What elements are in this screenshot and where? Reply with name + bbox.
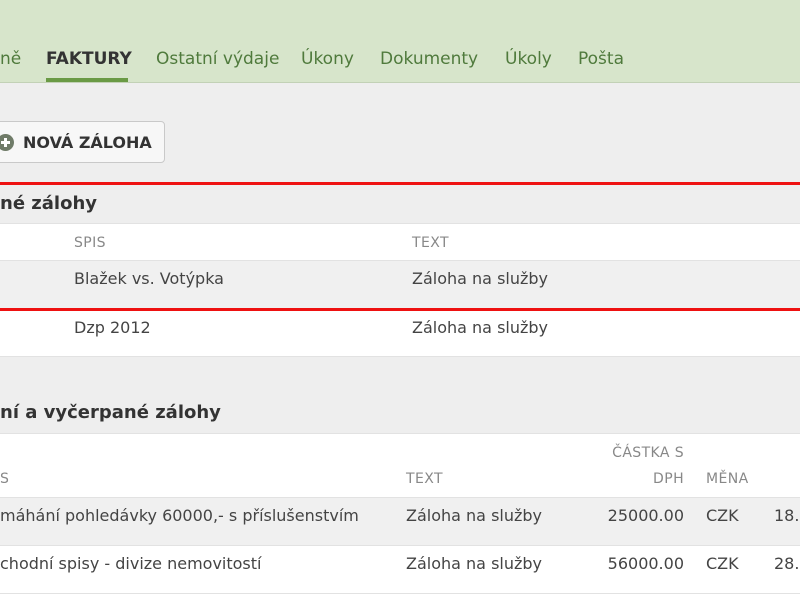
open-advances-table: SPIS TEXT Blažek vs. Votýpka Záloha na s… (0, 223, 800, 357)
row-amount: 56000.00 (607, 554, 684, 573)
open-advances-title: né zálohy (0, 193, 97, 214)
tab-posta[interactable]: Pošta (578, 49, 624, 69)
column-header-currency: MĚNA (706, 471, 749, 487)
row-text: Záloha na služby (412, 269, 549, 288)
tab-prev[interactable]: ně (0, 49, 21, 69)
table-divider (0, 223, 800, 224)
table-row[interactable]: Dzp 2012 Záloha na služby (0, 310, 800, 356)
row-text: Záloha na služby (412, 318, 549, 337)
column-header-text: TEXT (412, 235, 449, 251)
row-date: 28. (774, 554, 800, 573)
table-divider (0, 433, 800, 434)
top-nav-bar: ně FAKTURY Ostatní výdaje Úkony Dokument… (0, 0, 800, 83)
closed-advances-table: S TEXT ČÁSTKA S DPH MĚNA máhání pohledáv… (0, 433, 800, 600)
row-amount: 25000.00 (607, 506, 684, 525)
table-divider (0, 356, 800, 357)
highlight-line-top (0, 182, 800, 185)
tab-ukony[interactable]: Úkony (301, 49, 354, 69)
column-header-amount-line2: DPH (653, 471, 684, 487)
active-tab-indicator (46, 78, 128, 82)
row-spis: chodní spisy - divize nemovitostí (0, 554, 262, 573)
tab-faktury[interactable]: FAKTURY (46, 49, 132, 69)
new-advance-button[interactable]: NOVÁ ZÁLOHA (0, 121, 165, 163)
add-circle-icon (0, 134, 14, 151)
column-header-spis: S (0, 471, 10, 487)
row-text: Záloha na služby (406, 506, 543, 525)
row-text: Záloha na služby (406, 554, 543, 573)
new-advance-label: NOVÁ ZÁLOHA (23, 133, 152, 152)
row-currency: CZK (706, 506, 739, 525)
highlight-line-bottom (0, 308, 800, 311)
table-row[interactable]: Blažek vs. Votýpka Záloha na služby (0, 261, 800, 309)
column-header-spis: SPIS (74, 235, 106, 251)
table-row[interactable]: máhání pohledávky 60000,- s příslušenstv… (0, 498, 800, 545)
table-divider (0, 593, 800, 594)
closed-advances-title: ní a vyčerpané zálohy (0, 402, 221, 423)
tab-ukoly[interactable]: Úkoly (505, 49, 552, 69)
row-spis: máhání pohledávky 60000,- s příslušenstv… (0, 506, 359, 525)
row-currency: CZK (706, 554, 739, 573)
column-header-text: TEXT (406, 471, 443, 487)
row-date: 18. (774, 506, 800, 525)
tab-ostatni-vydaje[interactable]: Ostatní výdaje (156, 49, 279, 69)
table-row[interactable]: chodní spisy - divize nemovitostí Záloha… (0, 546, 800, 593)
column-header-amount-line1: ČÁSTKA S (612, 445, 684, 461)
tab-dokumenty[interactable]: Dokumenty (380, 49, 478, 69)
row-spis: Blažek vs. Votýpka (74, 269, 224, 288)
row-spis: Dzp 2012 (74, 318, 151, 337)
